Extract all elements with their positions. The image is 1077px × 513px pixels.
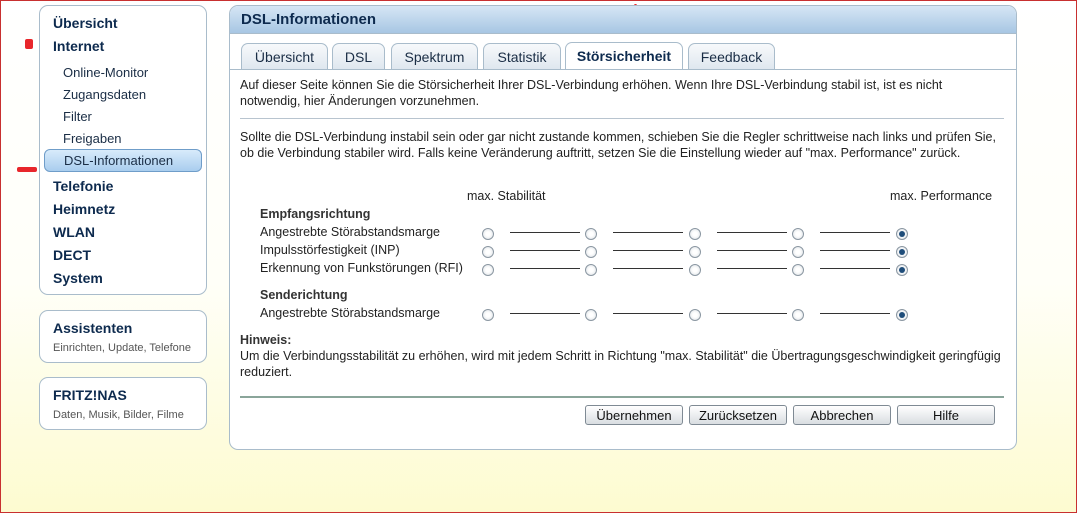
nav-sub-zugangsdaten[interactable]: Zugangsdaten [63,87,146,102]
slider-track-segment [613,250,683,251]
nav-item-wlan[interactable]: WLAN [53,224,95,240]
send-row0-step1-radio[interactable] [482,309,494,321]
send-row0-step2-radio[interactable] [585,309,597,321]
cancel-button[interactable]: Abbrechen [793,405,891,425]
slider-track-segment [510,313,580,314]
instructions-text: Sollte die DSL-Verbindung instabil sein … [240,130,996,160]
nas-box[interactable]: FRITZ!NAS Daten, Musik, Bilder, Filme [39,377,207,430]
slider-track-segment [717,250,787,251]
nav-sub-filter[interactable]: Filter [63,109,92,124]
nav-item-system[interactable]: System [53,270,103,286]
nav-sub-online-monitor[interactable]: Online-Monitor [63,65,148,80]
assistants-title: Assistenten [53,320,133,336]
slider-track-segment [613,313,683,314]
slider-track-segment [510,232,580,233]
slider-track-segment [613,268,683,269]
slider-track-segment [820,313,890,314]
receive-row0-step2-radio[interactable] [585,228,597,240]
send-row0-step4-radio[interactable] [792,309,804,321]
receive-row2-step2-radio[interactable] [585,264,597,276]
receive-row-label-snr: Angestrebte Störabstandsmarge [260,225,440,239]
receive-row0-step3-radio[interactable] [689,228,701,240]
reset-button[interactable]: Zurücksetzen [689,405,787,425]
slider-track-segment [820,268,890,269]
assistants-subtitle: Einrichten, Update, Telefone [53,342,191,354]
receive-row2-step5-radio[interactable] [896,264,908,276]
nav-item-heimnetz[interactable]: Heimnetz [53,201,115,217]
receive-row2-step4-radio[interactable] [792,264,804,276]
help-button[interactable]: Hilfe [897,405,995,425]
divider [240,118,1004,119]
scale-right-label: max. Performance [890,189,993,203]
receive-section-title: Empfangsrichtung [260,207,371,221]
hint-text: Um die Verbindungsstabilität zu erhöhen,… [240,349,1001,379]
nav-item-internet[interactable]: Internet [53,38,104,54]
receive-row0-step1-radio[interactable] [482,228,494,240]
slider-track-segment [820,232,890,233]
receive-row1-step1-radio[interactable] [482,246,494,258]
receive-row-label-inp: Impulsstörfestigkeit (INP) [260,243,400,257]
tab-spektrum[interactable]: Spektrum [391,43,478,69]
slider-track-segment [717,313,787,314]
tab-stoersicherheit[interactable]: Störsicherheit [565,42,683,70]
nav-item-telefonie[interactable]: Telefonie [53,178,113,194]
receive-row1-step4-radio[interactable] [792,246,804,258]
annotation-mark-dsl [17,167,37,172]
hint-title: Hinweis: [240,333,292,347]
slider-track-segment [613,232,683,233]
receive-row0-step4-radio[interactable] [792,228,804,240]
intro-text: Auf dieser Seite können Sie die Störsich… [240,78,943,108]
nav-sub-dsl-informationen-label: DSL-Informationen [64,153,174,168]
receive-row1-step3-radio[interactable] [689,246,701,258]
receive-row2-step1-radio[interactable] [482,264,494,276]
nav-sub-dsl-informationen[interactable]: DSL-Informationen [44,149,202,172]
page-title: DSL-Informationen [241,11,376,28]
send-section-title: Senderichtung [260,288,348,302]
nav-sub-freigaben[interactable]: Freigaben [63,131,122,146]
panel-header: DSL-Informationen [230,6,1016,34]
tab-uebersicht[interactable]: Übersicht [241,43,328,69]
nav-item-dect[interactable]: DECT [53,247,91,263]
receive-row1-step2-radio[interactable] [585,246,597,258]
main-navigation: Übersicht Internet Online-Monitor Zugang… [39,5,207,295]
receive-row-label-rfi: Erkennung von Funkstörungen (RFI) [260,261,463,275]
nas-subtitle: Daten, Musik, Bilder, Filme [53,409,184,421]
nav-item-uebersicht[interactable]: Übersicht [53,15,118,31]
tab-statistik[interactable]: Statistik [483,43,561,69]
scale-left-label: max. Stabilität [467,189,546,203]
slider-track-segment [510,250,580,251]
nas-title: FRITZ!NAS [53,387,127,403]
dsl-info-panel: DSL-Informationen Übersicht DSL Spektrum… [229,5,1017,450]
send-row-label-snr: Angestrebte Störabstandsmarge [260,306,440,320]
receive-row2-step3-radio[interactable] [689,264,701,276]
slider-track-segment [717,268,787,269]
send-row0-step5-radio[interactable] [896,309,908,321]
send-row0-step3-radio[interactable] [689,309,701,321]
assistants-box[interactable]: Assistenten Einrichten, Update, Telefone [39,310,207,363]
apply-button[interactable]: Übernehmen [585,405,683,425]
annotation-mark-internet [25,39,33,49]
receive-row1-step5-radio[interactable] [896,246,908,258]
slider-track-segment [510,268,580,269]
tab-feedback[interactable]: Feedback [688,43,775,69]
tab-content: Auf dieser Seite können Sie die Störsich… [230,69,1016,449]
footer-divider [240,396,1004,398]
receive-row0-step5-radio[interactable] [896,228,908,240]
slider-track-segment [717,232,787,233]
tab-dsl[interactable]: DSL [332,43,385,69]
slider-track-segment [820,250,890,251]
